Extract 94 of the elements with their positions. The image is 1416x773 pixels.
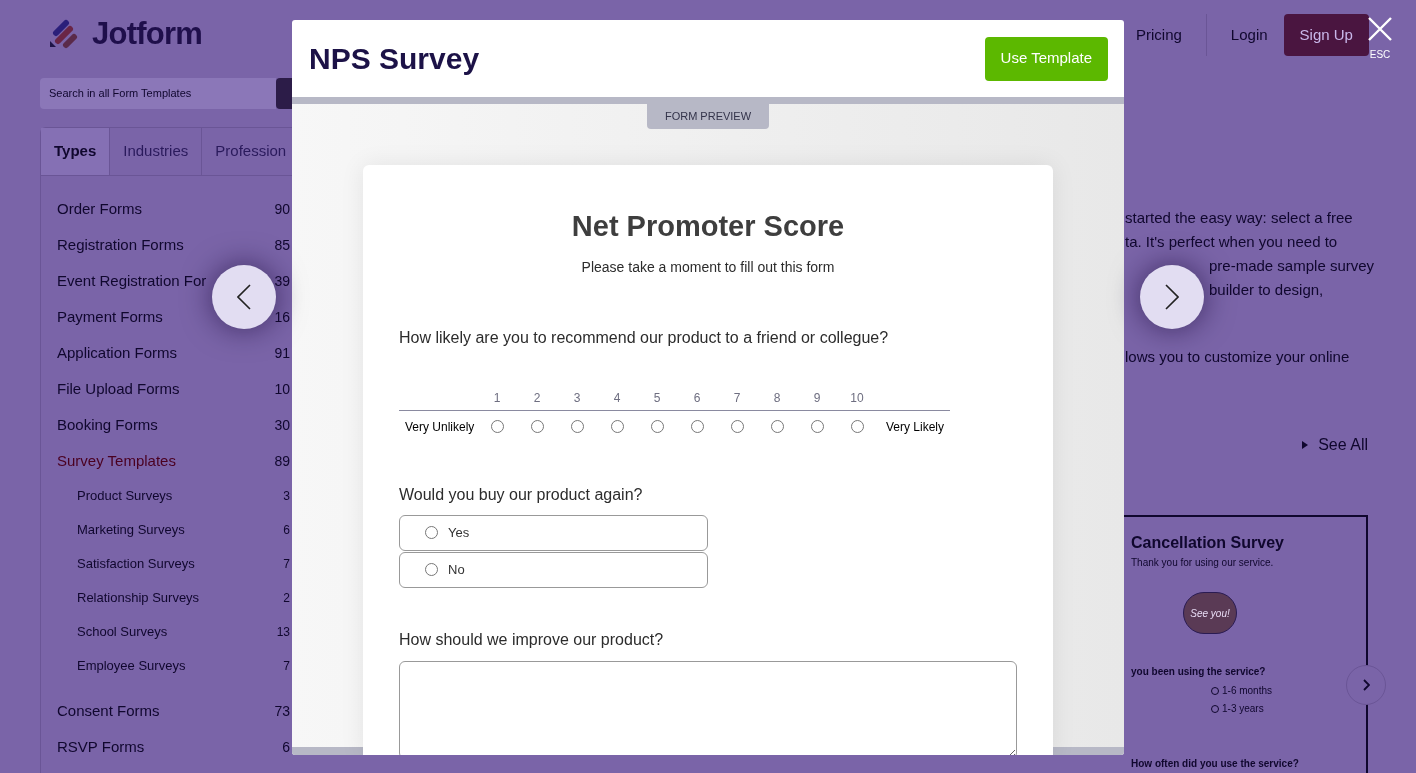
form-subtitle: Please take a moment to fill out this form xyxy=(581,257,835,277)
category-count: 7 xyxy=(283,658,291,675)
nav-link[interactable]: Login xyxy=(1230,23,1268,47)
description-line: ta. It's perfect when you need to xyxy=(1125,232,1338,252)
description-line: builder to design, xyxy=(1209,280,1324,300)
radio-button[interactable] xyxy=(850,420,864,433)
radio-button[interactable] xyxy=(490,420,504,433)
category-count: 30 xyxy=(274,415,291,435)
radio-button[interactable] xyxy=(425,526,438,539)
radio-button[interactable] xyxy=(530,420,544,433)
category-item[interactable]: Product Surveys 3 xyxy=(41,479,292,513)
description-line: lows you to customize your online xyxy=(1125,347,1350,367)
category-item[interactable]: RSVP Forms 6 xyxy=(41,729,292,765)
category-count: 7 xyxy=(283,556,291,573)
category-item[interactable]: Relationship Surveys 2 xyxy=(41,581,292,615)
form-title: Net Promoter Score xyxy=(571,209,845,244)
scale-number: 8 xyxy=(772,390,782,407)
category-item[interactable]: Marketing Surveys 6 xyxy=(41,513,292,547)
radio-button[interactable] xyxy=(570,420,584,433)
category-item[interactable]: Employee Surveys 7 xyxy=(41,649,292,683)
modal-title: NPS Survey xyxy=(309,41,480,77)
category-item[interactable]: Application Forms 91 xyxy=(41,335,292,371)
radio-button[interactable] xyxy=(650,420,664,433)
radio-button[interactable] xyxy=(770,420,784,433)
scale-number: 9 xyxy=(812,390,822,407)
question-label: How likely are you to recommend our product to a friend or collegue? xyxy=(399,327,890,348)
question-label: Would you buy our product again? xyxy=(399,484,644,505)
category-count: 10 xyxy=(274,379,291,399)
scale-number: 3 xyxy=(572,390,582,407)
radio-option[interactable]: No xyxy=(399,551,708,588)
category-count: 6 xyxy=(282,737,291,757)
card-subtitle: Thank you for using our service. xyxy=(1131,556,1275,570)
category-item[interactable]: Satisfaction Surveys 7 xyxy=(41,547,292,581)
category-count: 85 xyxy=(274,235,291,255)
next-button[interactable] xyxy=(1140,265,1204,329)
radio-option[interactable]: Yes xyxy=(399,514,708,551)
triangle-icon xyxy=(1302,441,1309,449)
category-count: 2 xyxy=(283,590,291,607)
scale-number: 4 xyxy=(612,390,622,407)
category-item[interactable]: Event Registration For 39 xyxy=(41,263,292,299)
card-question: How often did you use the service? xyxy=(1131,757,1300,771)
card-option: 1-3 years xyxy=(1222,701,1264,716)
search-field[interactable]: Search in all Form Templates xyxy=(40,78,276,109)
radio-button[interactable] xyxy=(730,420,744,433)
scale-number: 2 xyxy=(532,390,542,407)
category-count: 3 xyxy=(283,488,291,505)
scale-high-label: Very Likely xyxy=(884,418,945,436)
category-item[interactable]: File Upload Forms 10 xyxy=(41,371,292,407)
close-button[interactable]: ESC xyxy=(1366,17,1394,62)
card-question: you been using the service? xyxy=(1131,665,1267,679)
radio-button[interactable] xyxy=(610,420,624,433)
category-count: 13 xyxy=(276,624,291,641)
card-title: Cancellation Survey xyxy=(1131,533,1285,553)
close-icon xyxy=(1368,17,1392,41)
radio-button[interactable] xyxy=(810,420,824,433)
category-count: 91 xyxy=(274,343,291,363)
see-all-link[interactable]: See All xyxy=(1302,433,1368,457)
scale-number: 1 xyxy=(492,390,502,407)
category-count: 16 xyxy=(274,307,291,327)
previous-button[interactable] xyxy=(212,265,276,329)
question-label: How should we improve our product? xyxy=(399,629,665,650)
chevron-left-icon xyxy=(237,284,251,310)
category-tab[interactable]: Industries xyxy=(110,128,203,175)
nav-link[interactable]: Pricing xyxy=(1136,23,1182,47)
description-line: started the easy way: select a free xyxy=(1125,208,1353,228)
scale-low-label: Very Unlikely xyxy=(404,418,476,436)
category-count: 90 xyxy=(274,199,291,219)
scale-number: 6 xyxy=(692,390,702,407)
category-count: 73 xyxy=(274,701,291,721)
description-line: pre-made sample survey xyxy=(1209,256,1375,276)
category-count: 6 xyxy=(283,522,291,539)
scale-number: 10 xyxy=(849,390,865,407)
category-item[interactable]: Booking Forms 30 xyxy=(41,407,292,443)
category-item[interactable]: Payment Forms 16 xyxy=(41,299,292,335)
speech-bubble: See you! xyxy=(1183,592,1237,634)
category-item[interactable]: School Surveys 13 xyxy=(41,615,292,649)
category-tab[interactable]: Types xyxy=(41,128,111,175)
radio-button[interactable] xyxy=(425,563,438,576)
chevron-right-icon xyxy=(1362,679,1370,691)
category-count: 39 xyxy=(274,271,291,291)
logo-text: Jotform xyxy=(92,14,202,53)
category-count: 89 xyxy=(274,451,291,471)
use-template-button[interactable]: Use Template xyxy=(984,36,1108,81)
sign-up-button[interactable]: Sign Up xyxy=(1283,14,1369,56)
category-item[interactable]: Registration Forms 85 xyxy=(41,227,292,263)
chevron-right-icon xyxy=(1165,284,1179,310)
category-item[interactable]: Consent Forms 73 xyxy=(41,693,292,729)
logo-icon xyxy=(48,19,78,49)
scale-number: 7 xyxy=(732,390,742,407)
category-item[interactable]: Survey Templates 89 xyxy=(41,443,292,479)
radio-button[interactable] xyxy=(690,420,704,433)
category-item[interactable]: Order Forms 90 xyxy=(41,191,292,227)
card-option: 1-6 months xyxy=(1222,683,1273,698)
scale-number: 5 xyxy=(652,390,662,407)
